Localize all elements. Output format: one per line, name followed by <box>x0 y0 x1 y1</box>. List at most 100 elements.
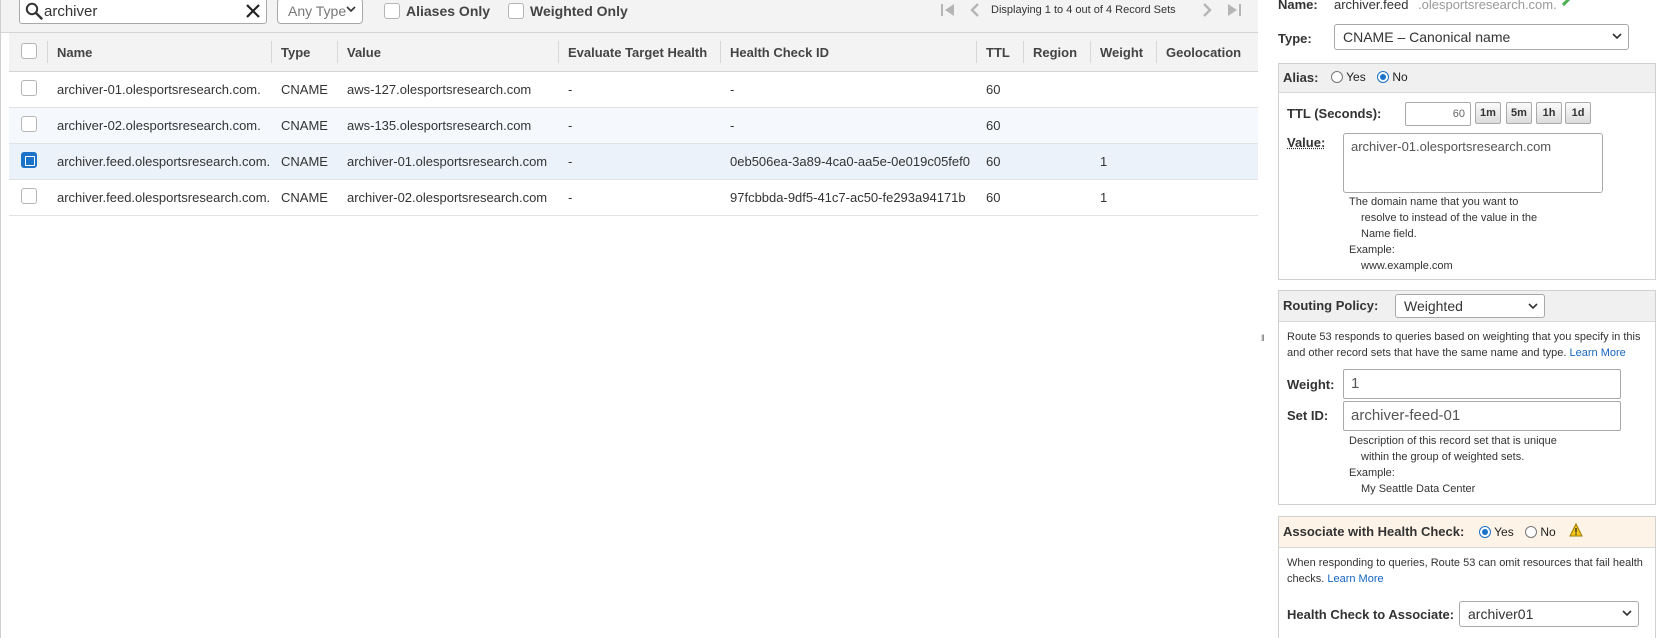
type-select-value: CNAME – Canonical name <box>1343 29 1511 45</box>
column-header[interactable]: TTL <box>976 33 1023 72</box>
record-value: aws-135.olesportsresearch.com <box>337 107 558 144</box>
record-type: CNAME <box>271 143 337 180</box>
value-textarea[interactable]: archiver-01.olesportsresearch.com <box>1343 133 1603 193</box>
chevron-down-icon <box>1528 303 1538 310</box>
type-filter-select[interactable]: Any Type <box>277 0 363 24</box>
ttl-input[interactable]: 60 <box>1405 102 1471 126</box>
health-yes-radio[interactable] <box>1479 526 1491 538</box>
record-region <box>1023 71 1090 108</box>
search-icon <box>25 2 43 20</box>
set-id-help-line: within the group of weighted sets. <box>1361 451 1525 463</box>
row-checkbox-checked[interactable] <box>21 152 37 168</box>
splitter-grip-icon[interactable]: ‖ <box>1261 333 1265 343</box>
column-header[interactable]: Weight <box>1090 33 1156 72</box>
health-no-option[interactable]: No <box>1525 525 1556 539</box>
weight-input[interactable]: 1 <box>1343 369 1621 399</box>
health-no-label: No <box>1540 525 1556 539</box>
column-header[interactable]: Evaluate Target Health <box>558 33 720 72</box>
row-checkbox[interactable] <box>21 188 37 204</box>
column-header[interactable]: Value <box>337 33 558 72</box>
next-page-icon[interactable] <box>1201 2 1213 18</box>
alias-yes-option[interactable]: Yes <box>1331 70 1366 84</box>
set-id-help: Description of this record set that is u… <box>1349 433 1649 497</box>
row-checkbox[interactable] <box>21 80 37 96</box>
value-help-line: Name field. <box>1361 228 1417 240</box>
record-sets-table: Name Type Value Evaluate Target Health H… <box>9 33 1259 216</box>
warning-icon <box>1569 523 1583 537</box>
alias-yes-label: Yes <box>1346 70 1366 84</box>
health-no-radio[interactable] <box>1525 526 1537 538</box>
row-checkbox[interactable] <box>21 116 37 132</box>
table-row-selected[interactable]: archiver.feed.olesportsresearch.com. CNA… <box>9 143 1259 180</box>
ttl-1d-button[interactable]: 1d <box>1565 102 1591 124</box>
pane-splitter[interactable]: ‖ <box>1258 0 1270 638</box>
value-help-line: The domain name that you want to <box>1349 196 1519 208</box>
record-weight: 1 <box>1090 179 1156 216</box>
record-type: CNAME <box>271 71 337 108</box>
health-check-associate-label: Health Check to Associate: <box>1287 607 1455 622</box>
weighted-only-checkbox[interactable] <box>508 3 524 19</box>
table-row[interactable]: archiver-02.olesportsresearch.com. CNAME… <box>9 107 1259 144</box>
routing-policy-description: Route 53 responds to queries based on we… <box>1287 329 1647 361</box>
set-id-help-line: Description of this record set that is u… <box>1349 435 1557 447</box>
column-header[interactable]: Health Check ID <box>720 33 976 72</box>
routing-policy-select[interactable]: Weighted <box>1395 294 1545 318</box>
weight-label: Weight: <box>1287 377 1335 392</box>
first-page-icon[interactable] <box>939 2 957 18</box>
record-weight <box>1090 107 1156 144</box>
health-yes-option[interactable]: Yes <box>1479 525 1514 539</box>
record-weight <box>1090 71 1156 108</box>
name-suffix: .olesportsresearch.com. <box>1418 0 1557 12</box>
health-check-select[interactable]: archiver01 <box>1459 601 1639 627</box>
select-all-checkbox[interactable] <box>21 42 37 59</box>
record-value: aws-127.olesportsresearch.com <box>337 71 558 108</box>
record-geolocation <box>1156 143 1259 180</box>
health-learn-more-link[interactable]: Learn More <box>1327 573 1383 585</box>
search-box[interactable] <box>19 0 267 24</box>
routing-policy-section: Routing Policy: Weighted Route 53 respon… <box>1278 290 1656 505</box>
alias-yes-radio[interactable] <box>1331 71 1343 83</box>
last-page-icon[interactable] <box>1225 2 1243 18</box>
row-select-cell <box>9 71 47 108</box>
record-type: CNAME <box>271 107 337 144</box>
ttl-5m-button[interactable]: 5m <box>1506 102 1532 124</box>
record-ttl: 60 <box>976 71 1023 108</box>
column-header[interactable]: Region <box>1023 33 1090 72</box>
health-check-label: Associate with Health Check: <box>1283 524 1465 539</box>
record-region <box>1023 107 1090 144</box>
search-input[interactable] <box>44 0 234 22</box>
table-row[interactable]: archiver.feed.olesportsresearch.com. CNA… <box>9 179 1259 216</box>
alias-no-option[interactable]: No <box>1377 70 1408 84</box>
prev-page-icon[interactable] <box>969 2 981 18</box>
column-header[interactable]: Type <box>271 33 337 72</box>
pencil-icon[interactable] <box>1562 0 1574 6</box>
pagination: Displaying 1 to 4 out of 4 Record Sets <box>939 0 1241 22</box>
record-type: CNAME <box>271 179 337 216</box>
value-help-line: resolve to instead of the value in the <box>1361 212 1538 224</box>
ttl-1h-button[interactable]: 1h <box>1536 102 1562 124</box>
routing-learn-more-link[interactable]: Learn More <box>1570 347 1626 359</box>
type-select[interactable]: CNAME – Canonical name <box>1334 24 1629 50</box>
ttl-1m-button[interactable]: 1m <box>1475 102 1501 124</box>
health-check-description: When responding to queries, Route 53 can… <box>1287 555 1649 587</box>
pager-text: Displaying 1 to 4 out of 4 Record Sets <box>991 4 1176 16</box>
clear-search-icon[interactable] <box>244 2 262 20</box>
alias-no-radio[interactable] <box>1377 71 1389 83</box>
weighted-only-label: Weighted Only <box>530 3 628 19</box>
column-header[interactable]: Geolocation <box>1156 33 1259 72</box>
name-value[interactable]: archiver.feed <box>1334 0 1408 12</box>
select-all-cell[interactable] <box>9 33 47 72</box>
column-header[interactable]: Name <box>47 33 271 72</box>
record-geolocation <box>1156 71 1259 108</box>
set-id-label: Set ID: <box>1287 408 1329 423</box>
record-evaluate-health: - <box>558 71 720 108</box>
alias-header: Alias: Yes No <box>1279 64 1655 93</box>
ttl-label: TTL (Seconds): <box>1287 106 1382 121</box>
table-row[interactable]: archiver-01.olesportsresearch.com. CNAME… <box>9 71 1259 108</box>
ttl-quick-buttons: 1m 5m 1h 1d <box>1475 102 1605 126</box>
filter-toolbar: Any Type Aliases Only Weighted Only Disp… <box>1 0 1259 33</box>
health-yes-label: Yes <box>1494 525 1514 539</box>
set-id-input[interactable]: archiver-feed-01 <box>1343 401 1621 431</box>
name-label: Name: <box>1278 0 1318 12</box>
aliases-only-checkbox[interactable] <box>384 3 400 19</box>
